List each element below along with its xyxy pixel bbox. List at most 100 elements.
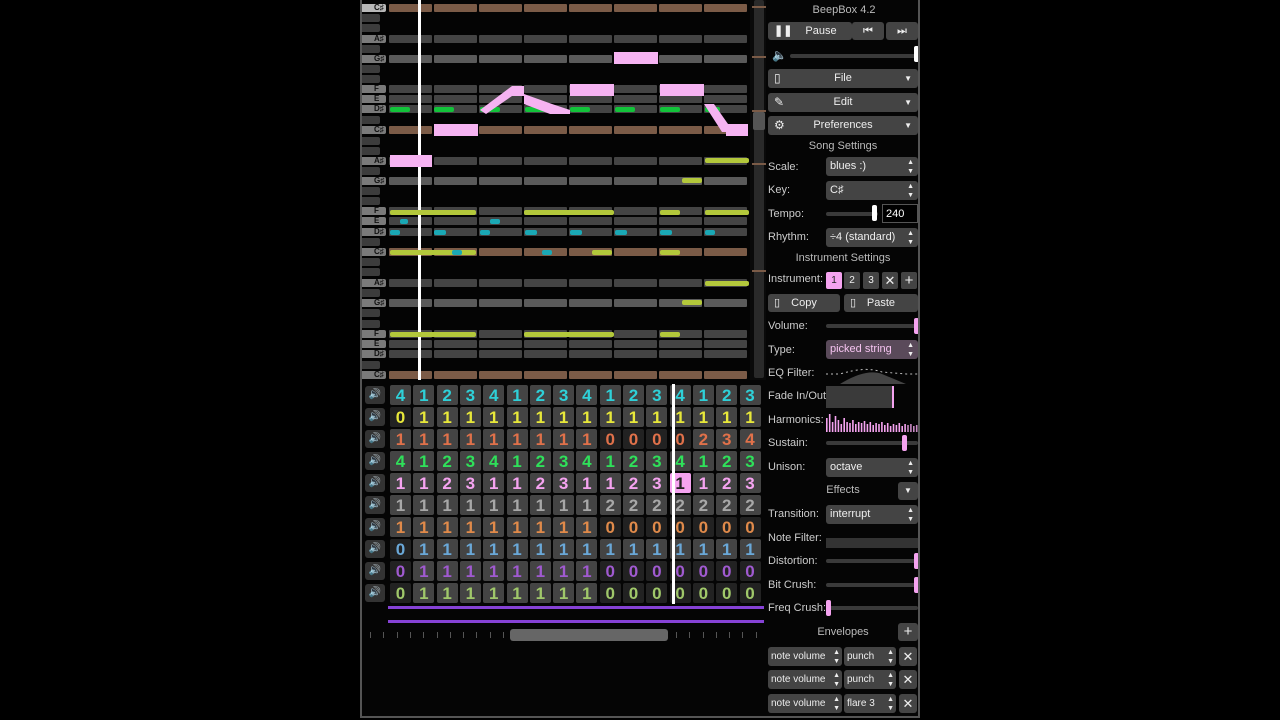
pattern-cell[interactable]: 2 (716, 473, 738, 493)
pattern-cell[interactable]: 2 (436, 451, 458, 471)
timeline-thumb[interactable] (510, 629, 668, 641)
pattern-cell[interactable]: 1 (529, 539, 551, 559)
instrument-volume-slider[interactable] (826, 324, 918, 328)
envelope-target-select-1[interactable]: note volume ▲ ▼ (768, 647, 842, 666)
pattern-cell[interactable]: 2 (529, 451, 551, 471)
pattern-cell[interactable]: 0 (390, 583, 411, 603)
note[interactable] (524, 332, 614, 337)
envelope-type-select-2[interactable]: punch ▲ ▼ (844, 670, 896, 689)
pattern-cell[interactable]: 1 (692, 451, 714, 471)
pattern-cell[interactable]: 1 (529, 561, 551, 581)
tempo-thumb[interactable] (872, 205, 877, 221)
pattern-cell[interactable]: 4 (576, 451, 598, 471)
pattern-cell[interactable]: 1 (483, 429, 505, 449)
pattern-cell[interactable]: 1 (459, 561, 481, 581)
pattern-cell[interactable]: 1 (413, 495, 435, 515)
pattern-cell[interactable]: 1 (506, 473, 528, 493)
fade-envelope-graph[interactable] (826, 386, 894, 408)
pattern-cell[interactable]: 1 (483, 517, 505, 537)
pattern-cell[interactable]: 1 (483, 407, 505, 427)
pattern-cell[interactable]: 0 (599, 517, 621, 537)
pattern-cell[interactable]: 1 (436, 583, 458, 603)
remove-envelope-button-2[interactable]: ✕ (899, 670, 917, 689)
pattern-cell[interactable]: 1 (390, 429, 411, 449)
pattern-cell[interactable]: 2 (436, 385, 458, 405)
pattern-cell[interactable]: 0 (739, 561, 761, 581)
pattern-cell[interactable]: 0 (716, 583, 738, 603)
pattern-cell[interactable]: 3 (739, 451, 761, 471)
pattern-cell[interactable]: 1 (599, 539, 621, 559)
pattern-cell[interactable]: 1 (506, 583, 528, 603)
pattern-cell[interactable]: 1 (436, 561, 458, 581)
loop-bar[interactable] (388, 620, 764, 623)
pattern-cell[interactable]: 1 (692, 473, 714, 493)
pattern-cell[interactable]: 3 (739, 385, 761, 405)
pattern-cell[interactable]: 1 (553, 495, 575, 515)
pattern-cell[interactable]: 1 (459, 429, 481, 449)
pattern-cell[interactable]: 0 (599, 429, 621, 449)
type-select[interactable]: picked string ▲ ▼ (826, 340, 918, 359)
freqcrush-thumb[interactable] (826, 600, 831, 616)
rhythm-select[interactable]: ÷4 (standard) ▲ ▼ (826, 228, 918, 247)
pattern-cell[interactable]: 1 (529, 495, 551, 515)
pattern-cell[interactable]: 0 (739, 517, 761, 537)
note-filter-graph[interactable] (826, 538, 918, 548)
pattern-cell[interactable]: 1 (716, 539, 738, 559)
channel-mute-speaker-icon[interactable]: 🔊 (365, 540, 385, 558)
edit-menu[interactable]: ✎ Edit ▼ (768, 93, 918, 112)
pattern-cell[interactable]: 1 (553, 539, 575, 559)
preferences-menu[interactable]: ⚙ Preferences ▼ (768, 116, 918, 135)
pattern-cell[interactable]: 2 (716, 495, 738, 515)
pattern-cell[interactable]: 1 (390, 495, 411, 515)
pattern-cell[interactable]: 2 (623, 451, 644, 471)
instrument-tab-1[interactable]: 1 (826, 272, 842, 289)
pattern-cell[interactable]: 3 (716, 429, 738, 449)
pattern-cell[interactable]: 1 (390, 473, 411, 493)
channel-mute-speaker-icon[interactable]: 🔊 (365, 474, 385, 492)
pattern-cell[interactable]: 1 (692, 539, 714, 559)
note[interactable] (660, 230, 672, 235)
freqcrush-slider[interactable] (826, 606, 918, 610)
note[interactable] (705, 230, 715, 235)
pattern-cell[interactable]: 1 (436, 495, 458, 515)
pattern-cell[interactable]: 1 (529, 517, 551, 537)
pattern-cell[interactable]: 1 (506, 495, 528, 515)
note[interactable] (705, 210, 749, 215)
pattern-cell[interactable]: 2 (716, 385, 738, 405)
note[interactable] (490, 219, 500, 224)
pattern-cell[interactable]: 1 (739, 539, 761, 559)
remove-envelope-button-1[interactable]: ✕ (899, 647, 917, 666)
pattern-cell[interactable]: 2 (623, 495, 644, 515)
channel-mute-speaker-icon[interactable]: 🔊 (365, 386, 385, 404)
sustain-thumb[interactable] (902, 435, 907, 451)
note[interactable] (615, 230, 627, 235)
pattern-cell[interactable]: 1 (692, 385, 714, 405)
pattern-cell[interactable]: 1 (553, 583, 575, 603)
scale-select[interactable]: blues :) ▲ ▼ (826, 157, 918, 176)
distortion-slider[interactable] (826, 559, 918, 563)
copy-button[interactable]: ▯ Copy (768, 294, 840, 312)
pattern-cell[interactable]: 1 (436, 429, 458, 449)
pattern-cell[interactable]: 1 (483, 583, 505, 603)
paste-button[interactable]: ▯ Paste (844, 294, 918, 312)
pattern-cell[interactable]: 1 (553, 517, 575, 537)
channel-mute-speaker-icon[interactable]: 🔊 (365, 452, 385, 470)
pattern-cell[interactable]: 3 (553, 473, 575, 493)
pattern-cell[interactable]: 1 (413, 429, 435, 449)
pattern-cell[interactable]: 0 (390, 561, 411, 581)
add-envelope-button[interactable]: + (898, 623, 918, 641)
pattern-cell[interactable]: 1 (692, 407, 714, 427)
pattern-cell[interactable]: 2 (692, 429, 714, 449)
pattern-cell[interactable]: 3 (459, 473, 481, 493)
pattern-cell[interactable]: 0 (623, 429, 644, 449)
pattern-cell[interactable]: 1 (599, 407, 621, 427)
pattern-cell[interactable]: 1 (576, 583, 598, 603)
pattern-cell[interactable]: 1 (483, 495, 505, 515)
pattern-cell[interactable]: 2 (623, 473, 644, 493)
pattern-cell[interactable]: 3 (739, 473, 761, 493)
song-timeline[interactable] (364, 628, 762, 642)
envelope-type-select-1[interactable]: punch ▲ ▼ (844, 647, 896, 666)
note[interactable] (390, 210, 476, 215)
bitcrush-slider[interactable] (826, 583, 918, 587)
pattern-cell[interactable]: 1 (459, 495, 481, 515)
